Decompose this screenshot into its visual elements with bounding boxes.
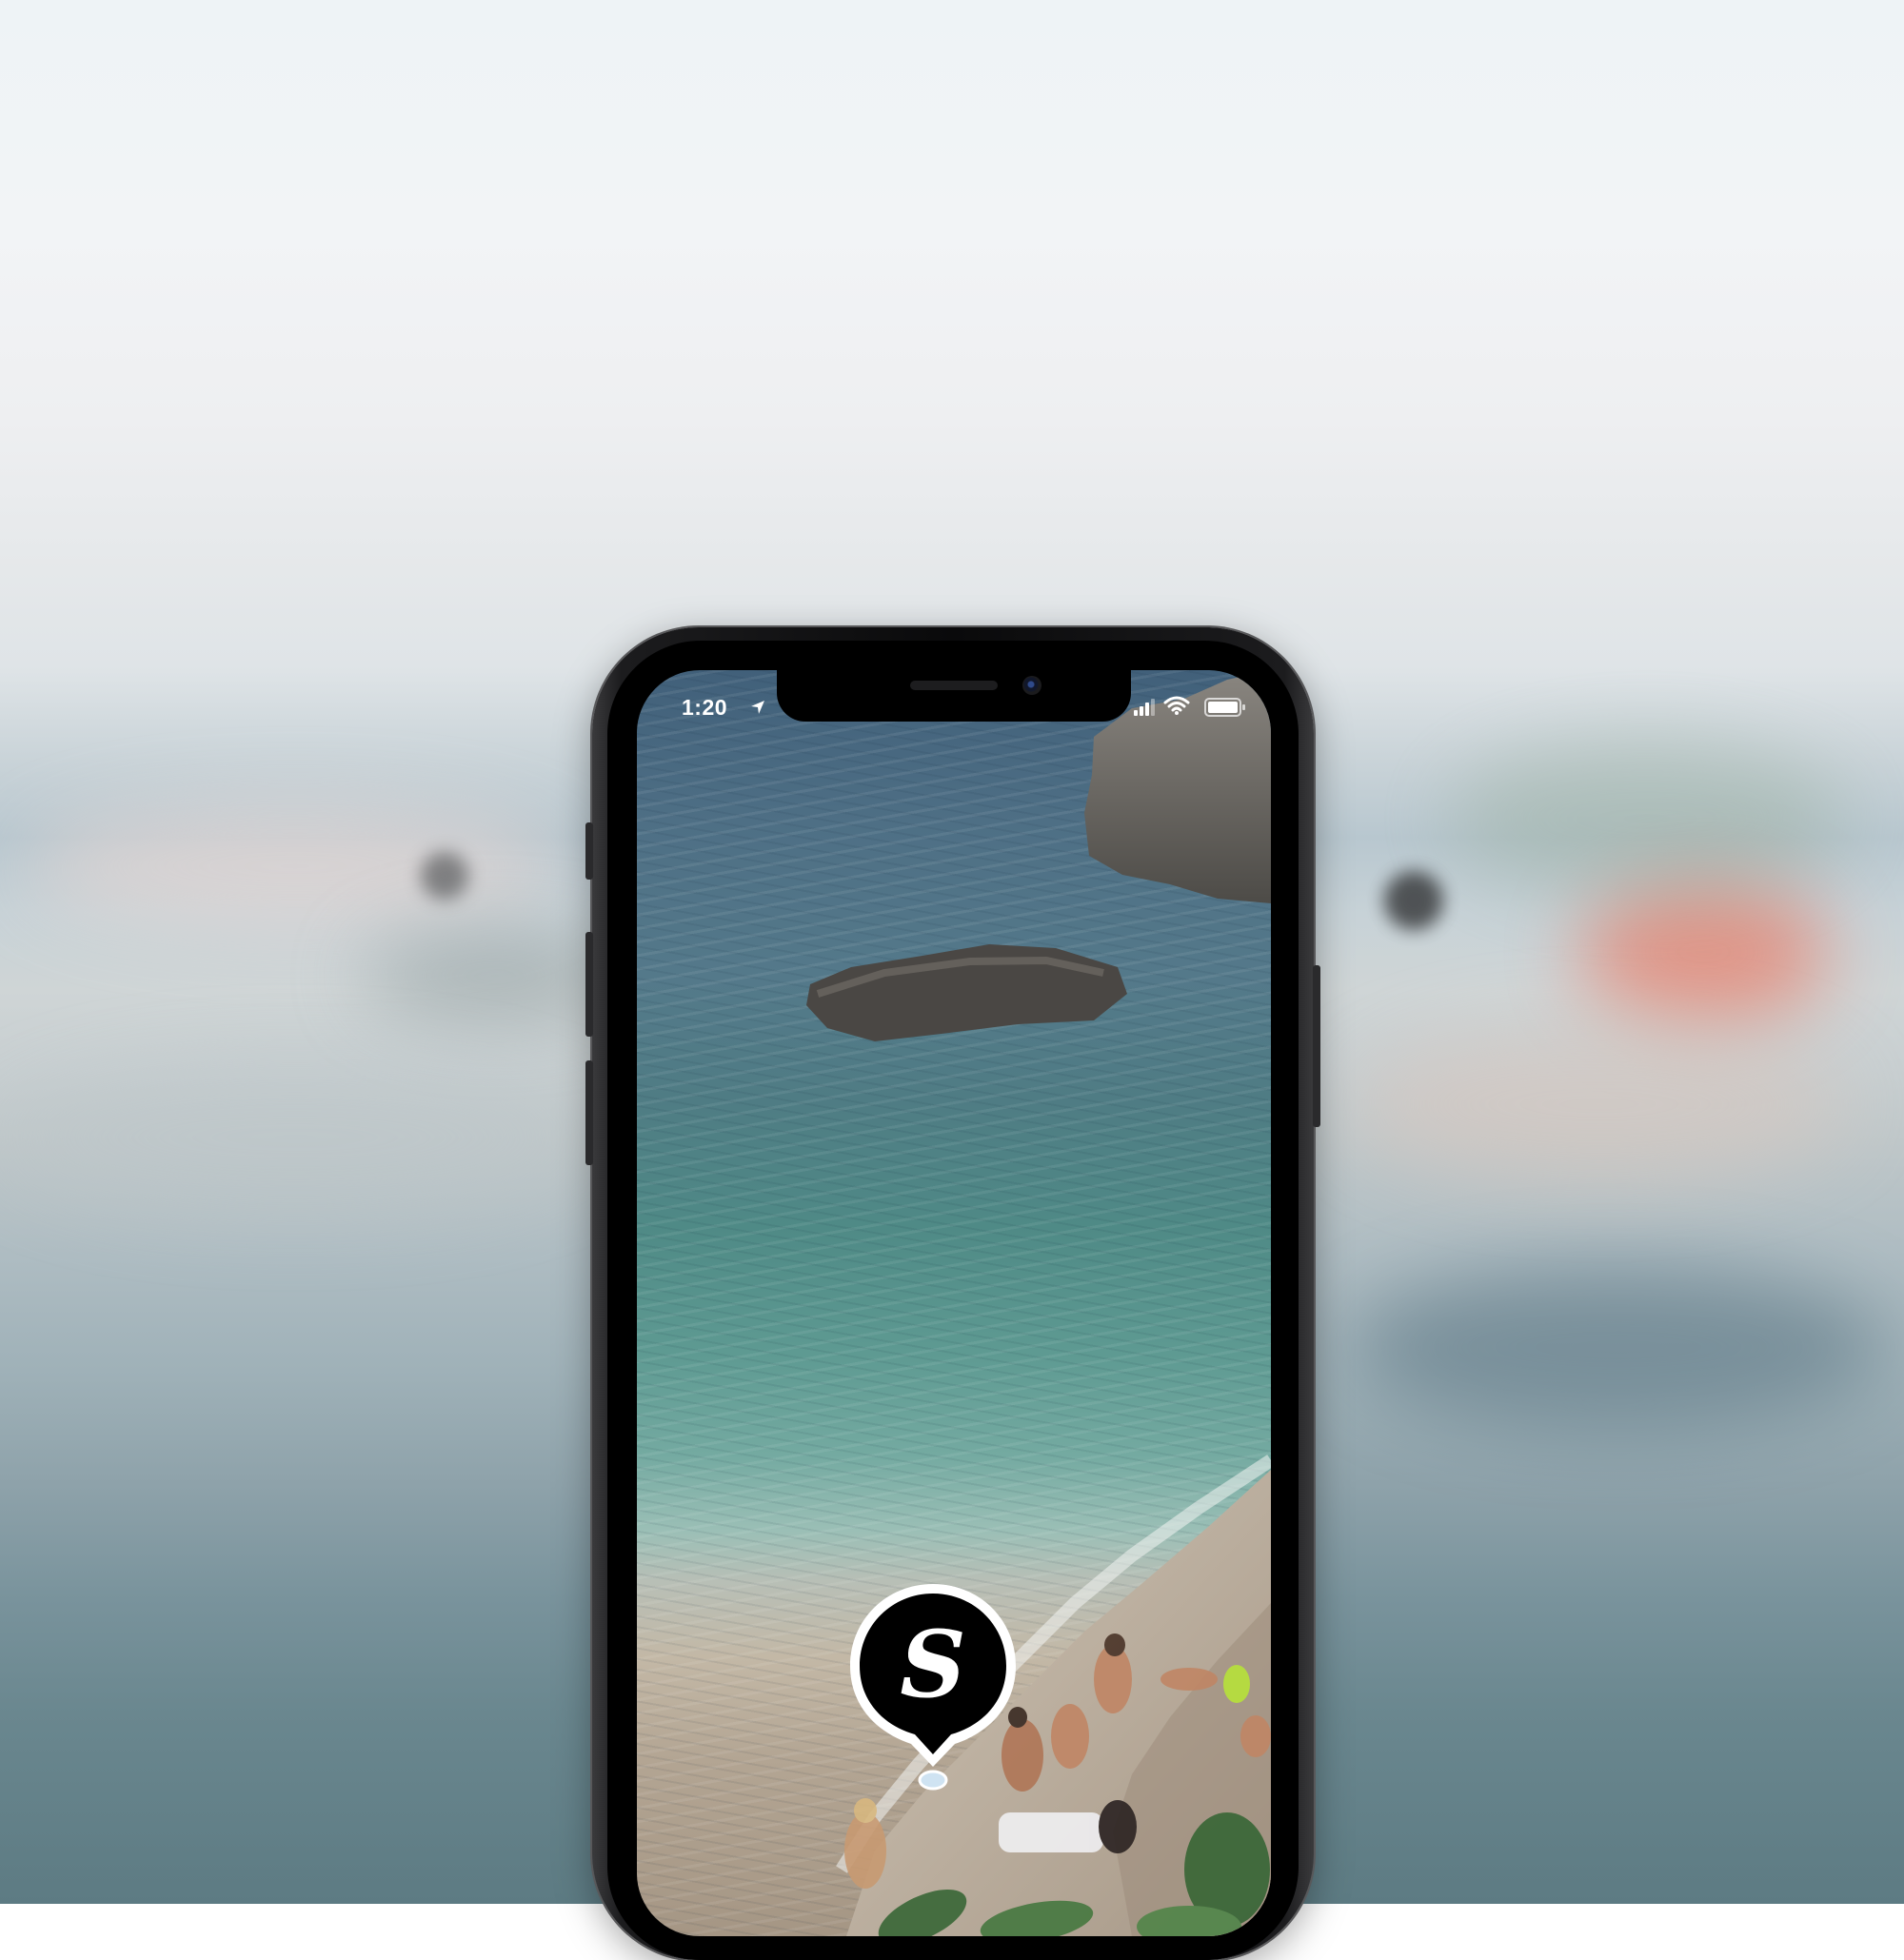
phone-screen: 1:20 S: [637, 670, 1271, 1936]
battery-icon: [1204, 698, 1245, 717]
phone-notch: [777, 670, 1131, 722]
status-time: 1:20: [682, 695, 728, 720]
background-blur-region: [1352, 1028, 1847, 1180]
background-blur-region: [1352, 1266, 1885, 1428]
background-blur-region: [1447, 742, 1847, 895]
map-pin-icon[interactable]: S: [844, 1580, 1021, 1799]
background-blur-dot: [1384, 871, 1443, 930]
map-pin-letter: S: [900, 1611, 965, 1718]
earpiece-speaker: [910, 681, 998, 690]
background-blur-region: [0, 1066, 590, 1209]
volume-down-button: [585, 1060, 593, 1165]
background-blur-region: [29, 809, 562, 923]
location-arrow-icon: [751, 701, 764, 714]
background-blur-dot: [421, 852, 468, 900]
background-blur-region: [1580, 876, 1828, 1028]
volume-up-button: [585, 932, 593, 1037]
front-camera: [1022, 676, 1041, 695]
wifi-icon: [1163, 696, 1190, 715]
power-button: [1313, 965, 1320, 1127]
cellular-signal-icon: [1134, 699, 1155, 716]
mute-switch: [585, 822, 593, 880]
